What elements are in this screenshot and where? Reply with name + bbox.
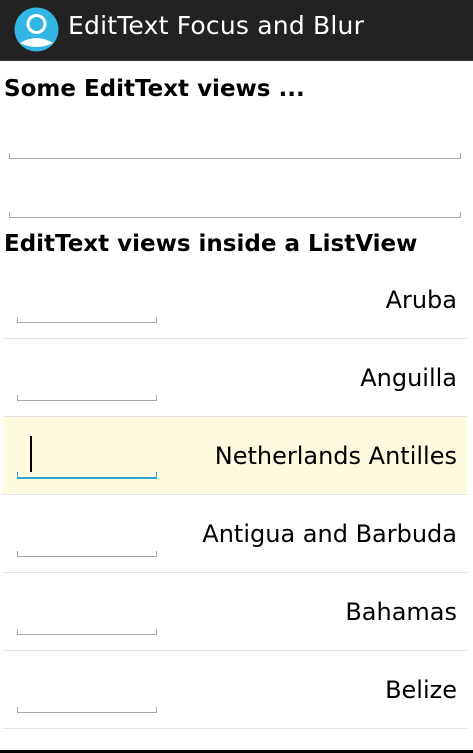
underline-tick-right bbox=[156, 472, 157, 479]
text-cursor bbox=[30, 436, 32, 472]
row-edit-text-3[interactable] bbox=[17, 545, 157, 557]
edit-text-underline bbox=[17, 634, 157, 635]
underline-tick-right bbox=[156, 317, 157, 323]
underline-tick-left bbox=[17, 472, 18, 479]
underline-tick-right bbox=[156, 629, 157, 635]
edit-text-field-1[interactable] bbox=[9, 147, 461, 159]
edit-text-underline bbox=[17, 712, 157, 713]
country-label: Anguilla bbox=[360, 364, 457, 392]
row-edit-text-2-focused[interactable] bbox=[17, 467, 157, 479]
action-bar: EditText Focus and Blur bbox=[0, 0, 473, 61]
row-edit-text-4[interactable] bbox=[17, 623, 157, 635]
underline-tick-right bbox=[156, 395, 157, 401]
list-row-3[interactable]: Antigua and Barbuda bbox=[3, 495, 467, 573]
list-row-0[interactable]: Aruba bbox=[3, 261, 467, 339]
list-row-2-focused[interactable]: Netherlands Antilles bbox=[3, 417, 467, 495]
app-face-icon bbox=[14, 7, 59, 52]
list-row-1[interactable]: Anguilla bbox=[3, 339, 467, 417]
section-header-listview: EditText views inside a ListView bbox=[4, 231, 418, 257]
app-title: EditText Focus and Blur bbox=[68, 11, 365, 40]
edit-text-underline bbox=[17, 556, 157, 557]
edit-text-underline bbox=[17, 400, 157, 401]
country-label: Bahamas bbox=[345, 598, 457, 626]
edit-text-underline bbox=[17, 477, 157, 479]
country-label: Aruba bbox=[385, 286, 457, 314]
underline-tick-left bbox=[9, 212, 10, 218]
row-edit-text-1[interactable] bbox=[17, 389, 157, 401]
list-row-5[interactable]: Belize bbox=[3, 651, 467, 729]
row-edit-text-0[interactable] bbox=[17, 311, 157, 323]
underline-tick-left bbox=[9, 153, 10, 159]
underline-tick-right bbox=[460, 212, 461, 218]
screen: EditText Focus and Blur Some EditText vi… bbox=[0, 0, 473, 753]
underline-tick-left bbox=[17, 317, 18, 323]
underline-tick-left bbox=[17, 707, 18, 713]
underline-tick-left bbox=[17, 395, 18, 401]
section-header-edittext-views: Some EditText views ... bbox=[4, 76, 305, 102]
edit-text-underline bbox=[9, 217, 461, 218]
underline-tick-right bbox=[156, 551, 157, 557]
country-label: Antigua and Barbuda bbox=[202, 520, 457, 548]
underline-tick-right bbox=[156, 707, 157, 713]
underline-tick-left bbox=[17, 629, 18, 635]
country-label: Belize bbox=[385, 676, 457, 704]
list-row-4[interactable]: Bahamas bbox=[3, 573, 467, 651]
underline-tick-right bbox=[460, 153, 461, 159]
edit-text-underline bbox=[9, 158, 461, 159]
edit-text-underline bbox=[17, 322, 157, 323]
country-label: Netherlands Antilles bbox=[214, 442, 457, 470]
row-edit-text-5[interactable] bbox=[17, 701, 157, 713]
edit-text-field-2[interactable] bbox=[9, 206, 461, 218]
underline-tick-left bbox=[17, 551, 18, 557]
